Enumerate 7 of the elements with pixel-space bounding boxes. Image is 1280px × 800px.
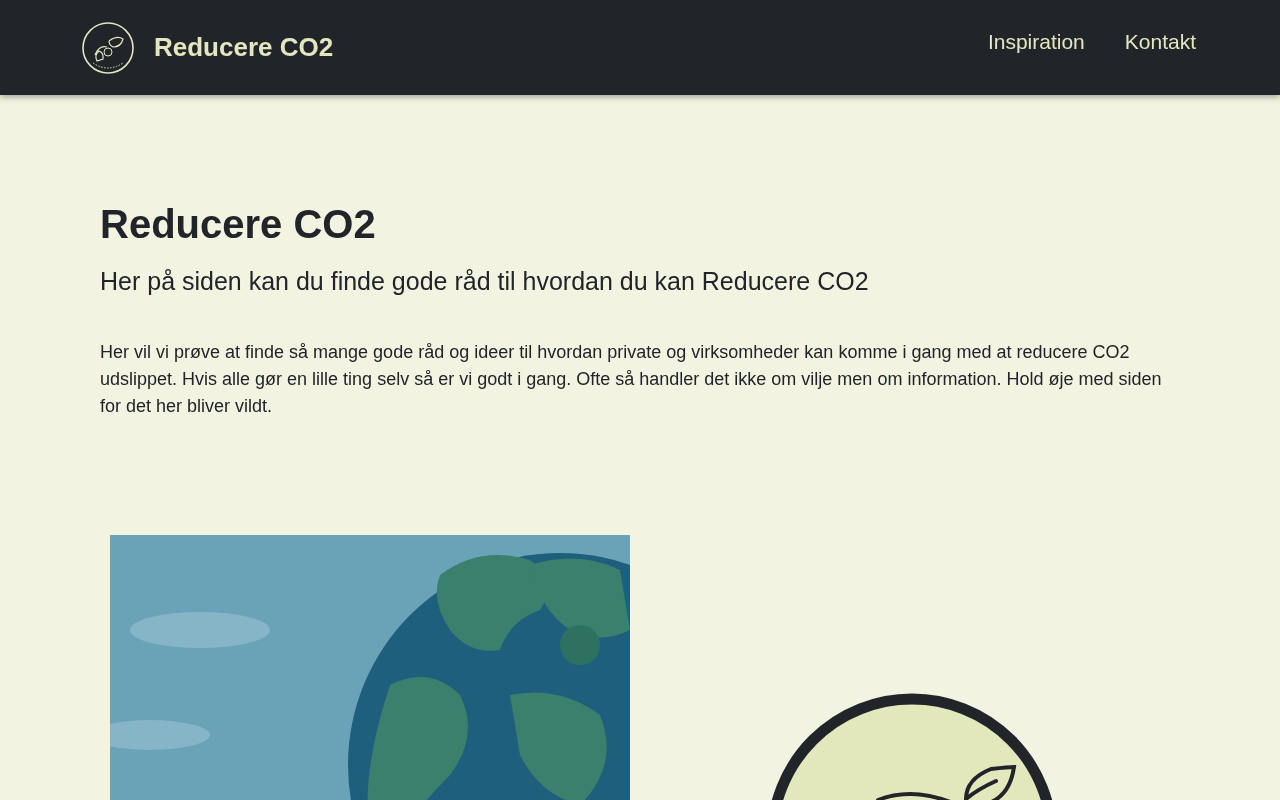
nav-link[interactable]: Kontakt — [1124, 30, 1196, 54]
page-subtitle: Her på siden kan du finde gode råd til hvordan du kan Reducere CO2 — [100, 266, 870, 297]
intro-paragraph: Her vil vi prøve at finde så mange gode råd og ideer til hvordan private og virksomheder kan komme i gang med at reducere CO2 udslippet. Hvis alle gør en lille ting selv så er vi godt i gang. Ofte så handler det ikke om vilje men om information. Hold øje med siden for det her bliver vildt. — [100, 341, 1163, 418]
page-title: Reducere CO2 — [100, 201, 376, 248]
brand-link[interactable]: Reducere CO2 — [81, 20, 334, 75]
logo-icon — [81, 20, 135, 75]
nav-link[interactable]: Inspiration — [987, 30, 1085, 54]
